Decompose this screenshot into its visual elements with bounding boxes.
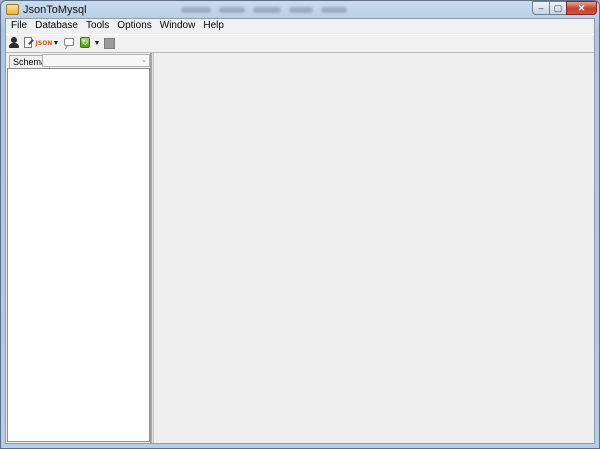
menu-database[interactable]: Database [31,19,82,33]
stop-icon[interactable] [103,36,115,50]
user-icon[interactable] [8,36,20,50]
window-title: JsonToMysql [23,4,87,16]
menu-options[interactable]: Options [113,19,155,33]
json-dropdown-arrow-icon[interactable]: ▼ [52,36,60,50]
refresh-icon[interactable]: ↻ [79,36,91,50]
minimize-button[interactable]: ‒ [532,1,550,15]
toolbar: JSON ▼ ↻ ▼ [6,34,594,53]
schema-header: Schema ⌄ [6,53,150,68]
user-body-shape [9,43,19,48]
chevron-down-icon[interactable]: ⌄ [141,56,147,64]
blurred-taskbar-strip [181,2,381,18]
client-area: File Database Tools Options Window Help … [5,18,595,444]
refresh-dropdown-arrow-icon[interactable]: ▼ [93,36,101,50]
schema-select[interactable]: ⌄ [42,54,150,67]
menu-window[interactable]: Window [156,19,200,33]
menu-bar: File Database Tools Options Window Help [6,19,594,33]
json-icon[interactable]: JSON [36,36,53,50]
menu-tools[interactable]: Tools [82,19,113,33]
title-bar[interactable]: JsonToMysql ‒ ▢ ✕ [1,1,599,19]
schema-panel: Schema ⌄ [6,53,151,443]
menu-file[interactable]: File [6,19,31,33]
comment-icon[interactable] [63,36,77,50]
refresh-glyph: ↻ [80,37,90,48]
comment-tail-shape [64,45,73,49]
workspace-area [153,53,594,443]
app-window: JsonToMysql ‒ ▢ ✕ File Database Tools Op… [0,0,600,449]
stop-square-shape [103,37,115,49]
close-button[interactable]: ✕ [566,1,597,15]
maximize-button[interactable]: ▢ [549,1,567,15]
schema-tree[interactable] [7,68,150,442]
edit-document-icon[interactable] [22,36,34,50]
menu-help[interactable]: Help [199,19,228,33]
folder-icon [6,4,19,15]
